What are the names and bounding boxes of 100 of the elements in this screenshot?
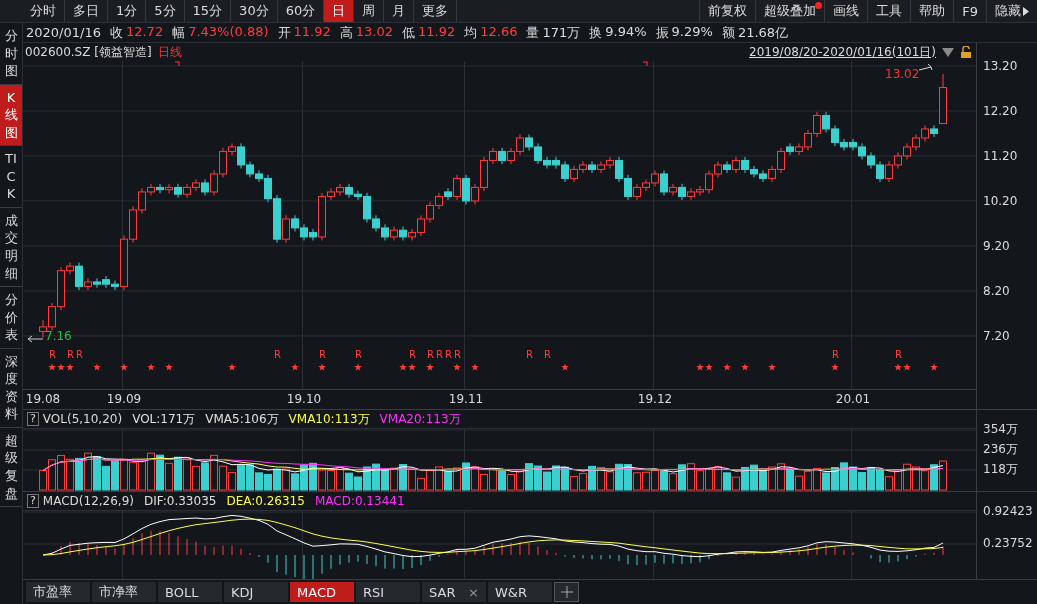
close-button[interactable]: × bbox=[468, 584, 479, 600]
signal-label: R bbox=[355, 350, 362, 360]
toolbar-button[interactable]: 隐藏 bbox=[986, 0, 1037, 22]
indicator-tab[interactable]: W&R bbox=[488, 582, 552, 602]
star-icon bbox=[228, 363, 236, 371]
sidebar-tab[interactable]: 超级复盘 bbox=[0, 427, 22, 508]
toolbar-button[interactable]: 超级叠加 bbox=[755, 0, 825, 22]
signal-label: R bbox=[544, 350, 551, 360]
sidebar-tab[interactable]: 分价表 bbox=[0, 287, 22, 349]
toolbar-button[interactable]: 工具 bbox=[867, 0, 911, 22]
quote-value: 11.92 bbox=[293, 23, 331, 41]
quote-label: 收 bbox=[109, 23, 123, 42]
period-tab[interactable]: 日 bbox=[324, 0, 355, 22]
period-tab[interactable]: 分时 bbox=[22, 0, 65, 22]
candlestick bbox=[282, 214, 290, 244]
candlestick bbox=[75, 262, 83, 291]
help-button[interactable]: ? bbox=[27, 412, 39, 426]
date-label: 19.12 bbox=[637, 392, 673, 406]
toolbar-button[interactable]: 画线 bbox=[824, 0, 868, 22]
help-button[interactable]: ? bbox=[27, 494, 39, 508]
price-tick: 7.20 bbox=[983, 328, 1010, 343]
indicator-tab[interactable]: MACD bbox=[290, 582, 354, 602]
star-icon bbox=[93, 363, 101, 371]
sidebar-tab[interactable]: K线图 bbox=[0, 84, 22, 147]
dropdown-triangle-icon[interactable] bbox=[942, 47, 954, 57]
quote-value: 21.68亿 bbox=[737, 23, 789, 42]
period-tab[interactable]: 15分 bbox=[184, 0, 232, 22]
star-icon bbox=[291, 363, 299, 371]
toolbar-button[interactable]: 前复权 bbox=[699, 0, 756, 22]
quote-label: 量 bbox=[526, 23, 540, 42]
indicator-title: VOL(5,10,20) bbox=[42, 412, 123, 426]
candlestick bbox=[930, 124, 938, 138]
price-tick: 8.20 bbox=[983, 283, 1010, 298]
quote-label: 高 bbox=[339, 23, 353, 42]
period-tab[interactable]: 更多 bbox=[414, 0, 458, 22]
sidebar-tab[interactable]: 深度资料 bbox=[0, 348, 22, 428]
period-tab[interactable]: 周 bbox=[354, 0, 385, 22]
indicator-value: MACD:0.13441 bbox=[314, 494, 405, 508]
quote-value: 11.92 bbox=[418, 23, 456, 41]
low-price-label: 7.16 bbox=[45, 329, 72, 343]
period-tab[interactable]: 月 bbox=[384, 0, 415, 22]
signal-label: R bbox=[76, 350, 83, 360]
indicator-tab[interactable]: 市净率 bbox=[92, 582, 156, 602]
star-icon bbox=[741, 363, 749, 371]
quote-label: 幅 bbox=[172, 23, 186, 42]
indicator-tab[interactable]: 市盈率 bbox=[26, 582, 90, 602]
period-tab[interactable]: 多日 bbox=[65, 0, 108, 22]
quote-label: 换 bbox=[589, 23, 603, 42]
star-icon bbox=[453, 363, 461, 371]
sidebar-tab[interactable]: 成交明细 bbox=[0, 207, 22, 288]
signal-label: R bbox=[454, 350, 461, 360]
high-price-pointer-icon bbox=[919, 63, 933, 71]
sidebar-tab[interactable]: 分时图 bbox=[0, 23, 22, 85]
date-range-link[interactable]: 2019/08/20-2020/01/16(101日) bbox=[749, 43, 936, 61]
signal-label: R bbox=[274, 350, 281, 360]
indicator-value: VMA20:113万 bbox=[379, 410, 461, 428]
period-tab[interactable]: 30分 bbox=[231, 0, 278, 22]
star-icon bbox=[318, 363, 326, 371]
indicator-tab[interactable]: BOLL bbox=[158, 582, 222, 602]
quote-label: 低 bbox=[402, 23, 415, 42]
period-tab[interactable]: 5分 bbox=[146, 0, 185, 22]
quote-value: 171万 bbox=[542, 23, 581, 42]
volume-tick: 236万 bbox=[983, 440, 1018, 458]
price-tick: 10.20 bbox=[983, 193, 1018, 208]
toolbar-button[interactable]: 帮助 bbox=[910, 0, 954, 22]
quote-value: 13.02 bbox=[355, 23, 393, 41]
candlestick bbox=[588, 160, 596, 174]
macd-tick: 0.92423 bbox=[983, 504, 1033, 518]
indicator-value: DIF:0.33035 bbox=[144, 494, 217, 508]
indicator-tab[interactable]: RSI bbox=[356, 582, 420, 602]
indicator-tab[interactable]: SAR × bbox=[422, 582, 486, 602]
indicator-value: VMA10:113万 bbox=[288, 410, 370, 428]
candlestick bbox=[786, 142, 794, 156]
candlestick bbox=[444, 187, 452, 201]
price-tick: 11.20 bbox=[983, 148, 1018, 163]
toolbar-button[interactable]: F9 bbox=[953, 0, 986, 22]
chart-period: 日线 bbox=[157, 43, 182, 61]
indicator-value: VOL:171万 bbox=[132, 410, 196, 428]
star-icon bbox=[354, 363, 362, 371]
star-icon bbox=[165, 363, 173, 371]
indicator-tab[interactable]: KDJ bbox=[224, 582, 288, 602]
lock-icon[interactable] bbox=[960, 46, 972, 58]
stock-symbol: 002600.SZ [领益智造] bbox=[25, 43, 152, 61]
period-tab[interactable]: 1分 bbox=[108, 0, 147, 22]
triangle-icon bbox=[1023, 6, 1029, 16]
star-icon bbox=[930, 363, 938, 371]
quote-value: 12.66 bbox=[480, 23, 518, 41]
date-label: 19.10 bbox=[286, 392, 322, 406]
candlestick bbox=[723, 160, 731, 174]
add-tab-button[interactable] bbox=[554, 582, 579, 602]
plus-icon bbox=[560, 586, 573, 598]
sidebar-tab[interactable]: TICK bbox=[0, 146, 22, 208]
macd-tick: 0.23752 bbox=[983, 536, 1033, 550]
star-icon bbox=[768, 363, 776, 371]
date-label: 20.01 bbox=[835, 392, 871, 406]
low-price-arrow-icon bbox=[27, 335, 43, 343]
signal-label: R bbox=[67, 350, 74, 360]
volume-tick: 118万 bbox=[983, 460, 1018, 478]
price-tick: 12.20 bbox=[983, 103, 1018, 118]
candlestick bbox=[453, 174, 461, 201]
